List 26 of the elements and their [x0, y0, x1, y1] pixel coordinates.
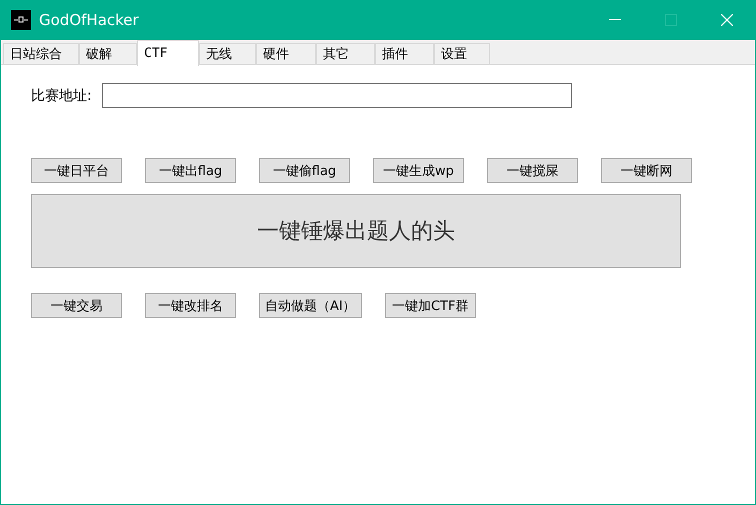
tab[interactable]: 硬件	[256, 43, 316, 64]
window-title: GodOfHacker	[39, 11, 140, 29]
action-button[interactable]: 一键加CTF群	[384, 293, 476, 318]
action-button[interactable]: 一键日平台	[31, 158, 122, 183]
action-button[interactable]: 一键改排名	[145, 293, 236, 318]
tab[interactable]: 插件	[375, 43, 434, 64]
tab[interactable]: CTF	[137, 40, 199, 66]
address-field[interactable]	[102, 83, 572, 108]
minimize-icon	[609, 19, 621, 21]
tab[interactable]: 破解	[79, 43, 137, 64]
tab[interactable]: 其它	[316, 43, 375, 64]
action-button[interactable]: 一键偷flag	[259, 158, 350, 183]
tab[interactable]: 设置	[434, 43, 490, 64]
action-button[interactable]: 一键搅屎	[487, 158, 578, 183]
maximize-icon	[665, 14, 677, 26]
action-button[interactable]: 自动做题（AI）	[259, 293, 362, 318]
action-button[interactable]: 一键锤爆出题人的头	[31, 194, 681, 268]
action-button[interactable]: 一键出flag	[145, 158, 236, 183]
app-icon	[11, 10, 31, 30]
close-icon	[721, 14, 733, 26]
tab[interactable]: 日站综合	[3, 43, 79, 64]
tab[interactable]: 无线	[199, 43, 256, 64]
field-label: 比赛地址:	[31, 86, 92, 104]
action-button[interactable]: 一键交易	[31, 293, 122, 318]
action-button[interactable]: 一键断网	[601, 158, 692, 183]
action-button[interactable]: 一键生成wp	[373, 158, 464, 183]
